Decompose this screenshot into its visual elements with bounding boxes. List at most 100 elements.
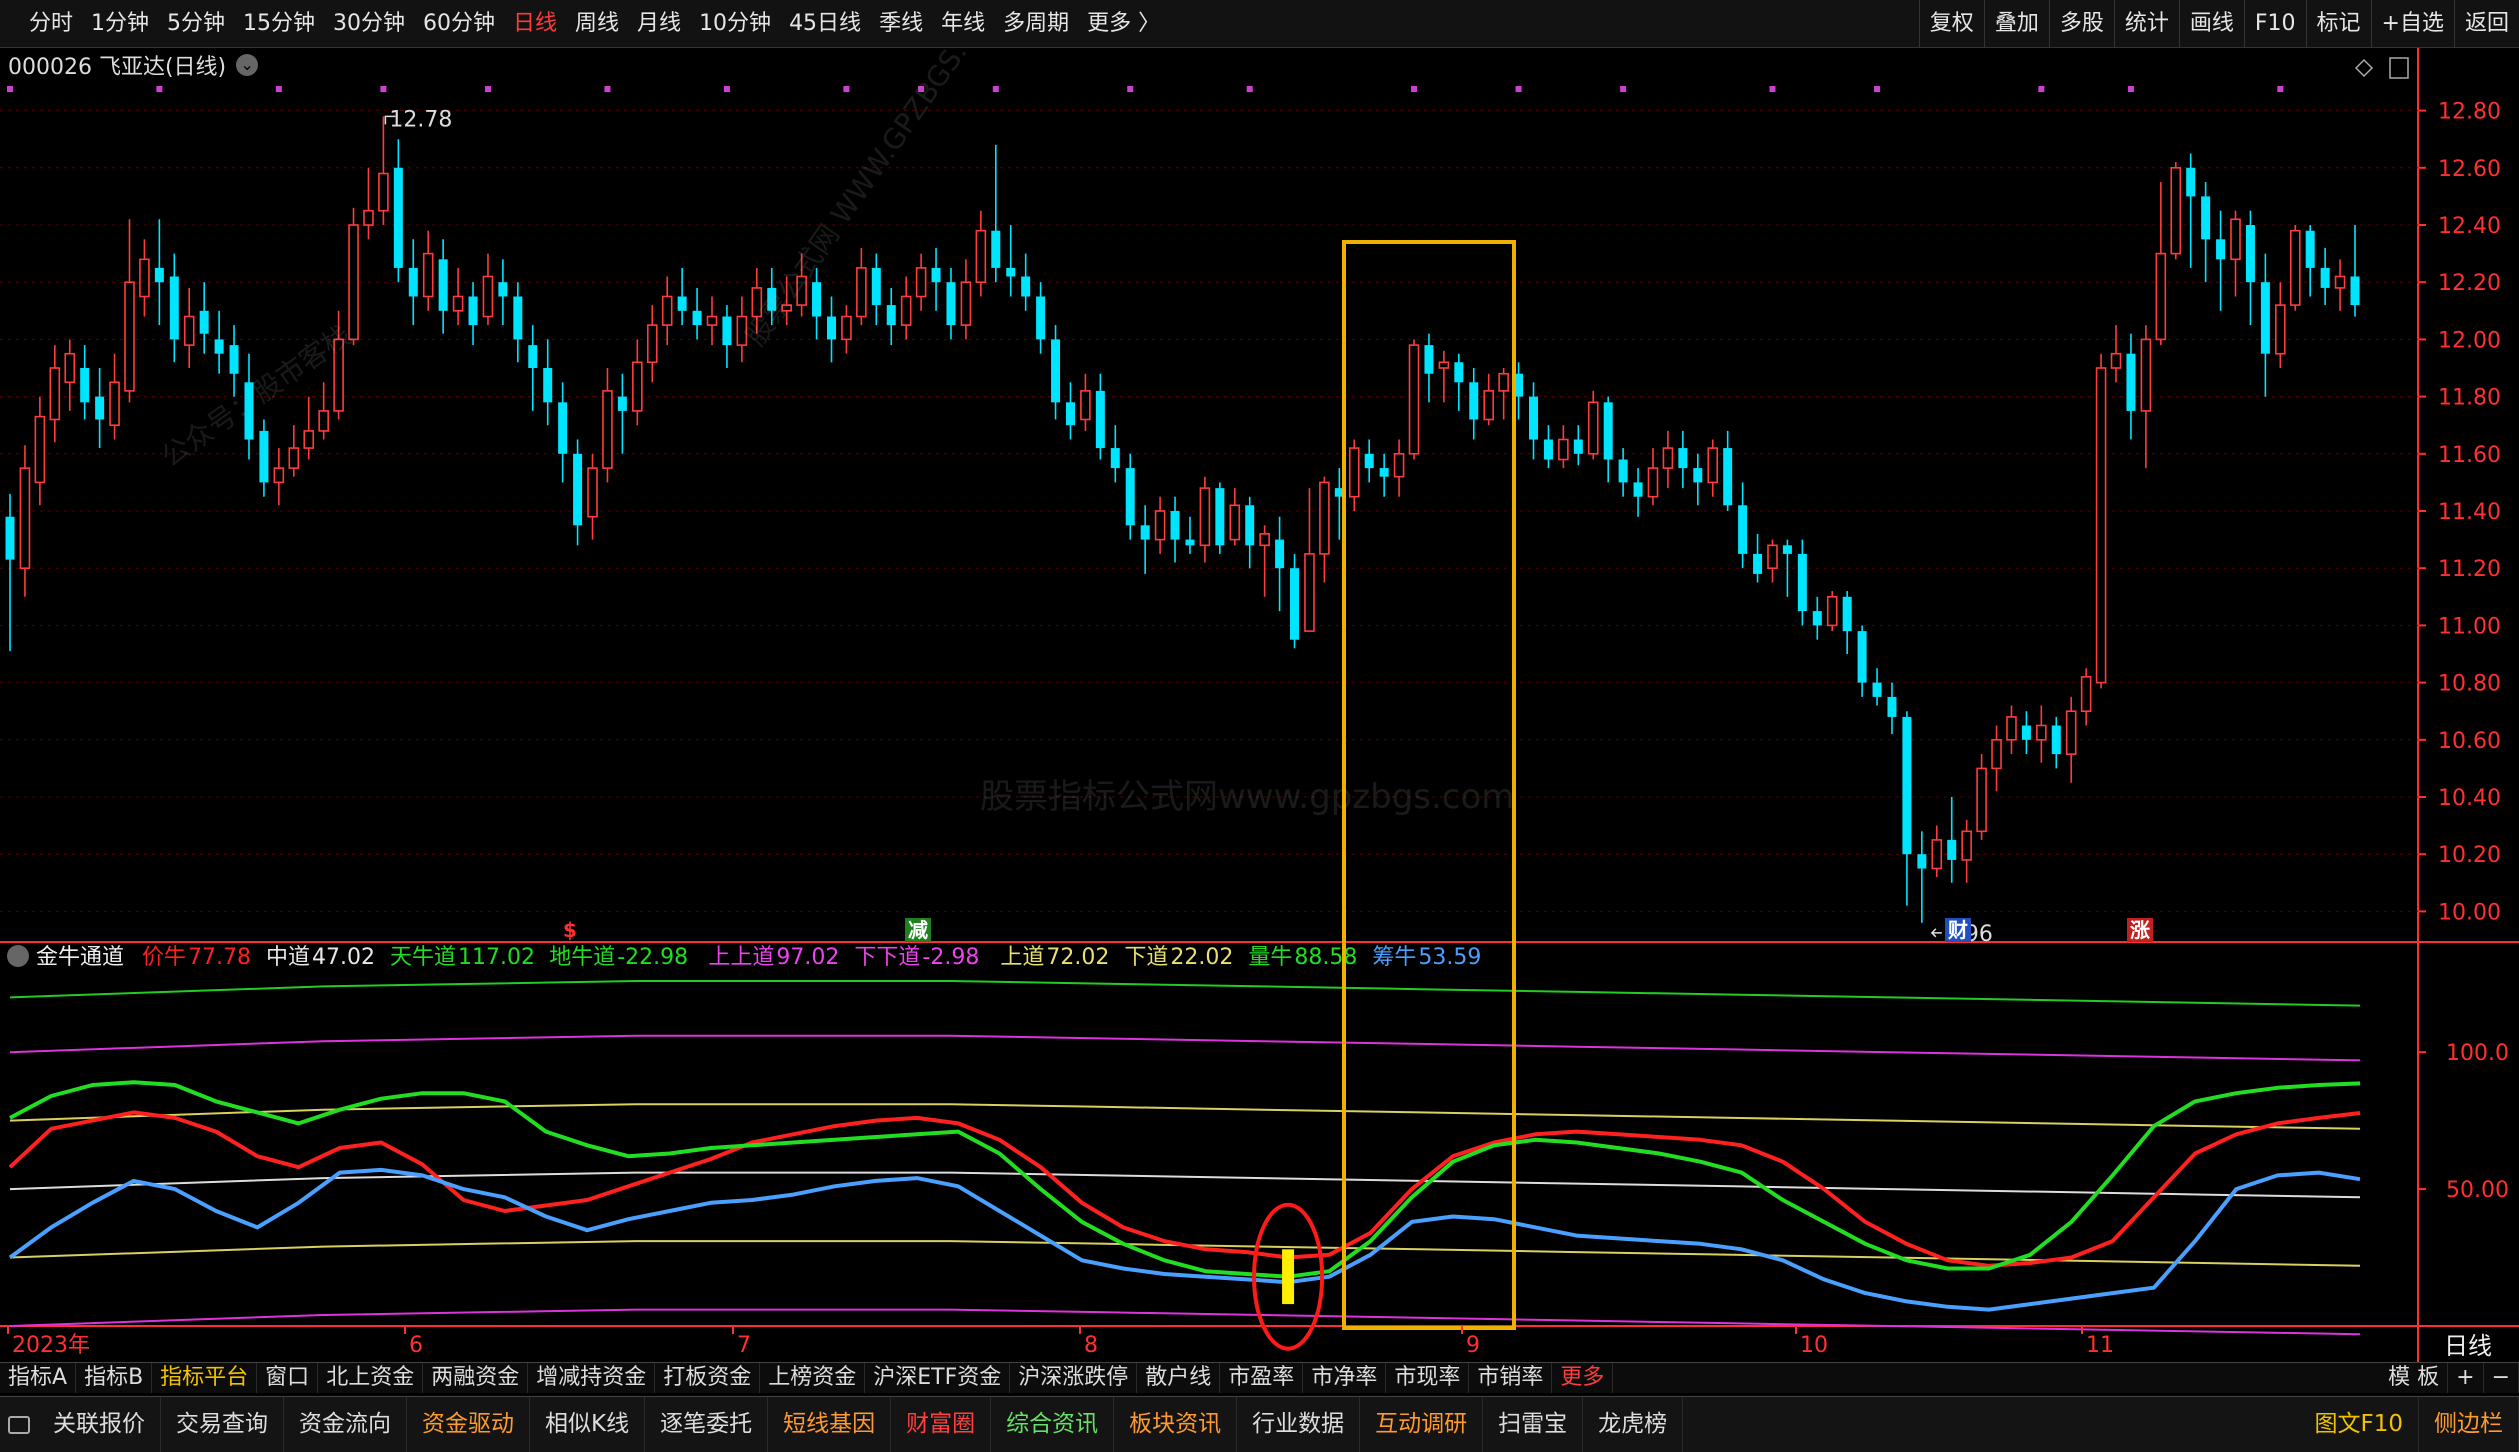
candle-body (2097, 368, 2106, 683)
price-tick-label: 12.80 (2438, 100, 2501, 125)
indicator-right-2[interactable]: − (2484, 1363, 2519, 1393)
kline-chart[interactable]: 12.8012.6012.4012.2012.0011.8011.6011.40… (0, 48, 2519, 1362)
candle (976, 211, 985, 297)
bottom-tab-7[interactable]: 财富圈 (891, 1397, 991, 1452)
candle-body (1783, 545, 1792, 554)
candle (1365, 440, 1374, 483)
candle-body (1499, 374, 1508, 391)
candle (932, 248, 941, 311)
indicator-tab-15[interactable]: 市销率 (1469, 1363, 1552, 1393)
panel-toggle-icon[interactable] (8, 1416, 30, 1434)
period-tab-6[interactable]: 日线 (504, 0, 566, 48)
legend-name: 上道 (1000, 945, 1044, 970)
indicator-tab-8[interactable]: 上榜资金 (760, 1363, 865, 1393)
bottom-tab-6[interactable]: 短线基因 (768, 1397, 891, 1452)
period-tab-13[interactable]: 多周期 (994, 0, 1078, 48)
candle-body (917, 268, 926, 297)
period-tab-2[interactable]: 5分钟 (158, 0, 234, 48)
bottom-tab-9[interactable]: 板块资讯 (1114, 1397, 1237, 1452)
indicator-tab-13[interactable]: 市净率 (1303, 1363, 1386, 1393)
candle (1395, 440, 1404, 497)
tool-button-0[interactable]: 复权 (1919, 0, 1984, 48)
candle (513, 282, 522, 362)
indicator-tab-11[interactable]: 散户线 (1137, 1363, 1220, 1393)
bottom-tab-13[interactable]: 龙虎榜 (1583, 1397, 1683, 1452)
tool-button-4[interactable]: 画线 (2179, 0, 2244, 48)
candle (1753, 534, 1762, 583)
indicator-tab-5[interactable]: 两融资金 (423, 1363, 528, 1393)
candle (1185, 517, 1194, 554)
price-tick-label: 10.80 (2438, 672, 2501, 697)
tool-button-3[interactable]: 统计 (2114, 0, 2179, 48)
period-tab-10[interactable]: 45日线 (780, 0, 870, 48)
period-tab-4[interactable]: 30分钟 (324, 0, 414, 48)
candle (1320, 477, 1329, 583)
tool-button-8[interactable]: 返回 (2454, 0, 2519, 48)
indicator-tab-10[interactable]: 沪深涨跌停 (1010, 1363, 1137, 1393)
indicator-tab-6[interactable]: 增减持资金 (528, 1363, 655, 1393)
indicator-tab-3[interactable]: 窗口 (257, 1363, 318, 1393)
bottom-right-0[interactable]: 图文F10 (2300, 1397, 2420, 1452)
period-tab-3[interactable]: 15分钟 (234, 0, 324, 48)
candle (2201, 182, 2210, 282)
bottom-tab-3[interactable]: 资金驱动 (407, 1397, 530, 1452)
bottom-tab-2[interactable]: 资金流向 (284, 1397, 407, 1452)
period-tab-9[interactable]: 10分钟 (690, 0, 780, 48)
bottom-tab-4[interactable]: 相似K线 (530, 1397, 645, 1452)
candle (872, 254, 881, 326)
period-tab-11[interactable]: 季线 (870, 0, 932, 48)
period-tab-12[interactable]: 年线 (932, 0, 994, 48)
tool-button-7[interactable]: +自选 (2371, 0, 2454, 48)
bottom-tab-11[interactable]: 互动调研 (1360, 1397, 1483, 1452)
candle-body (1559, 440, 1568, 460)
indicator-tabs: 指标A指标B指标平台窗口北上资金两融资金增减持资金打板资金上榜资金沪深ETF资金… (0, 1363, 1613, 1393)
candle (1439, 351, 1448, 402)
candle-body (1708, 448, 1717, 482)
candle-body (35, 417, 44, 483)
legend-value: 22.02 (1170, 945, 1233, 970)
indicator-tab-4[interactable]: 北上资金 (318, 1363, 423, 1393)
tool-button-6[interactable]: 标记 (2306, 0, 2371, 48)
candle-body (1723, 448, 1732, 505)
indicator-right-0[interactable]: 模 板 (2380, 1363, 2448, 1393)
bottom-tab-12[interactable]: 扫雷宝 (1483, 1397, 1583, 1452)
period-tab-14[interactable]: 更多 〉 (1078, 0, 1169, 48)
indicator-tab-9[interactable]: 沪深ETF资金 (865, 1363, 1010, 1393)
candle (409, 239, 418, 325)
indicator-tab-7[interactable]: 打板资金 (655, 1363, 760, 1393)
tool-button-1[interactable]: 叠加 (1984, 0, 2049, 48)
indicator-tab-1[interactable]: 指标B (76, 1363, 152, 1393)
tool-button-2[interactable]: 多股 (2049, 0, 2114, 48)
period-tab-0[interactable]: 分时 (20, 0, 82, 48)
period-tab-8[interactable]: 月线 (628, 0, 690, 48)
candle (2171, 162, 2180, 259)
indicator-right-1[interactable]: + (2448, 1363, 2483, 1393)
bottom-tab-10[interactable]: 行业数据 (1237, 1397, 1360, 1452)
candle-body (1410, 345, 1419, 454)
period-tab-1[interactable]: 1分钟 (82, 0, 158, 48)
bottom-tab-0[interactable]: 关联报价 (38, 1397, 161, 1452)
candle-body (259, 431, 268, 482)
bottom-tab-1[interactable]: 交易查询 (161, 1397, 284, 1452)
candle-body (1305, 554, 1314, 631)
candle-body (842, 317, 851, 340)
candle-body (2336, 276, 2345, 287)
tool-button-5[interactable]: F10 (2244, 0, 2306, 48)
indicator-tab-12[interactable]: 市盈率 (1220, 1363, 1303, 1393)
candle (80, 345, 89, 419)
candle (1021, 254, 1030, 311)
candle-body (2201, 196, 2210, 239)
period-tab-7[interactable]: 周线 (566, 0, 628, 48)
bottom-tab-5[interactable]: 逐笔委托 (645, 1397, 768, 1452)
legend-value: 88.58 (1294, 945, 1357, 970)
indicator-tab-16[interactable]: 更多 (1552, 1363, 1613, 1393)
indicator-tab-2[interactable]: 指标平台 (152, 1363, 257, 1393)
candle (708, 297, 717, 346)
bottom-right-1[interactable]: 侧边栏 (2419, 1397, 2519, 1452)
bottom-tab-8[interactable]: 综合资讯 (991, 1397, 1114, 1452)
indicator-tab-14[interactable]: 市现率 (1386, 1363, 1469, 1393)
indicator-tab-0[interactable]: 指标A (0, 1363, 76, 1393)
period-tab-5[interactable]: 60分钟 (414, 0, 504, 48)
candle-body (349, 225, 358, 339)
candle-body (394, 168, 403, 268)
